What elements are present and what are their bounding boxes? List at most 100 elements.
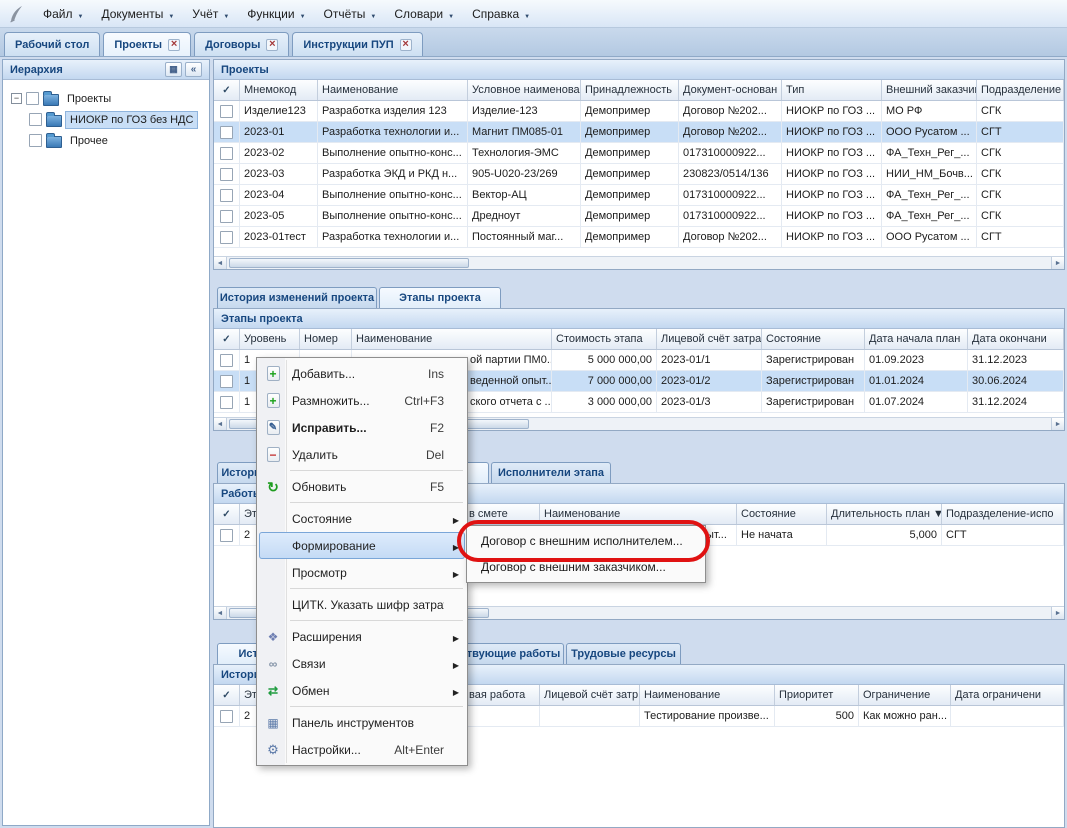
table-row[interactable]: 2023-04Выполнение опытно-конс...Вектор-А… <box>214 185 1064 206</box>
row-checkbox[interactable] <box>220 529 233 542</box>
menu-item[interactable]: Исправить...F2 <box>259 414 465 441</box>
tree-item[interactable]: НИОКР по ГОЗ без НДС <box>7 109 205 130</box>
row-checkbox[interactable] <box>220 396 233 409</box>
column-header[interactable]: Номер <box>300 329 352 349</box>
menubar-item[interactable]: Справка <box>463 3 539 25</box>
column-header[interactable]: Наименование <box>540 504 737 524</box>
menubar-item[interactable]: Отчёты <box>315 3 386 25</box>
column-header[interactable]: Наименование <box>640 685 775 705</box>
column-header[interactable]: Тип <box>782 80 882 100</box>
column-header[interactable]: Дата окончани <box>968 329 1064 349</box>
column-header[interactable]: Состояние <box>737 504 827 524</box>
menubar-item[interactable]: Словари <box>385 3 463 25</box>
row-checkbox[interactable] <box>220 354 233 367</box>
menu-item[interactable]: ЦИТК. Указать шифр затрат... <box>259 591 465 618</box>
close-icon[interactable] <box>400 39 412 51</box>
menubar-item[interactable]: Файл <box>34 3 92 25</box>
column-header[interactable]: Дата ограничени <box>951 685 1064 705</box>
horizontal-scrollbar[interactable] <box>214 256 1064 269</box>
section-tab[interactable]: Этапы проекта <box>379 287 501 308</box>
tree-checkbox[interactable] <box>29 113 42 126</box>
column-header[interactable]: Документ-основан <box>679 80 782 100</box>
column-header[interactable]: Наименование <box>352 329 552 349</box>
document-tab[interactable]: Рабочий стол <box>4 32 100 56</box>
tree-item[interactable]: Прочее <box>7 130 205 151</box>
row-checkbox[interactable] <box>220 710 233 723</box>
select-all-header[interactable] <box>214 329 240 349</box>
menubar-item[interactable]: Учёт <box>183 3 238 25</box>
menu-item[interactable]: ОбновитьF5 <box>259 473 465 500</box>
column-header[interactable]: Условное наименова <box>468 80 581 100</box>
column-header[interactable]: Лицевой счёт затр <box>540 685 640 705</box>
row-checkbox[interactable] <box>220 375 233 388</box>
column-header[interactable]: Наименование <box>318 80 468 100</box>
menubar-item[interactable]: Документы <box>92 3 183 25</box>
row-checkbox[interactable] <box>220 105 233 118</box>
column-header[interactable]: Подразделение <box>977 80 1064 100</box>
menu-item[interactable]: Состояние <box>259 505 465 532</box>
column-header[interactable]: Дата начала план <box>865 329 968 349</box>
tree-item[interactable]: Проекты <box>7 88 205 109</box>
column-header[interactable]: Приоритет <box>775 685 859 705</box>
scroll-left-icon[interactable] <box>214 257 227 269</box>
close-icon[interactable] <box>168 39 180 51</box>
table-row[interactable]: Изделие123Разработка изделия 123Изделие-… <box>214 101 1064 122</box>
column-header[interactable]: Подразделение-испо <box>942 504 1064 524</box>
table-row[interactable]: 2023-01Разработка технологии и...Магнит … <box>214 122 1064 143</box>
row-checkbox[interactable] <box>220 168 233 181</box>
row-checkbox[interactable] <box>220 210 233 223</box>
tree-checkbox[interactable] <box>29 134 42 147</box>
document-tab[interactable]: Инструкции ПУП <box>292 32 422 56</box>
menu-item[interactable]: Добавить...Ins <box>259 360 465 387</box>
column-header[interactable]: Лицевой счёт затрат <box>657 329 762 349</box>
column-header[interactable]: Принадлежность <box>581 80 679 100</box>
row-checkbox[interactable] <box>220 126 233 139</box>
column-header[interactable]: Внешний заказчик <box>882 80 977 100</box>
row-checkbox[interactable] <box>220 231 233 244</box>
menubar-item[interactable]: Функции <box>238 3 314 25</box>
table-row[interactable]: 2023-01тестРазработка технологии и...Пос… <box>214 227 1064 248</box>
scroll-left-icon[interactable] <box>214 418 227 430</box>
submenu-item[interactable]: Договор с внешним исполнителем... <box>469 528 703 554</box>
menu-item[interactable]: Панель инструментов <box>259 709 465 736</box>
menu-item[interactable]: Обмен <box>259 677 465 704</box>
table-row[interactable]: 2023-05Выполнение опытно-конс...Дредноут… <box>214 206 1064 227</box>
column-header[interactable]: Длительность план ▼ <box>827 504 942 524</box>
select-all-header[interactable] <box>214 685 240 705</box>
table-row[interactable]: 2023-02Выполнение опытно-конс...Технолог… <box>214 143 1064 164</box>
section-tab[interactable]: Трудовые ресурсы <box>566 643 681 664</box>
menu-item[interactable]: Настройки...Alt+Enter <box>259 736 465 763</box>
tree-checkbox[interactable] <box>26 92 39 105</box>
scroll-thumb[interactable] <box>229 258 469 268</box>
column-header[interactable]: вая работа <box>465 685 540 705</box>
close-icon[interactable] <box>266 39 278 51</box>
column-header[interactable]: в смете <box>465 504 540 524</box>
column-header[interactable]: Ограничение <box>859 685 951 705</box>
column-header[interactable]: Уровень <box>240 329 300 349</box>
row-checkbox[interactable] <box>220 147 233 160</box>
tree-expander-icon[interactable] <box>11 93 22 104</box>
select-all-header[interactable] <box>214 504 240 524</box>
row-checkbox[interactable] <box>220 189 233 202</box>
section-tab[interactable]: Исполнители этапа <box>491 462 611 483</box>
collapse-panel-icon[interactable] <box>185 62 202 77</box>
column-header[interactable]: Стоимость этапа <box>552 329 657 349</box>
scroll-left-icon[interactable] <box>214 607 227 619</box>
column-header[interactable]: Мнемокод <box>240 80 318 100</box>
table-row[interactable]: 2023-03Разработка ЭКД и РКД н...905-U020… <box>214 164 1064 185</box>
menu-item[interactable]: УдалитьDel <box>259 441 465 468</box>
menu-item[interactable]: Просмотр <box>259 559 465 586</box>
menu-item[interactable]: Расширения <box>259 623 465 650</box>
scroll-right-icon[interactable] <box>1051 607 1064 619</box>
document-tab[interactable]: Проекты <box>103 32 191 56</box>
document-tab[interactable]: Договоры <box>194 32 289 56</box>
section-tab[interactable]: История изменений проекта <box>217 287 377 308</box>
menu-item[interactable]: Связи <box>259 650 465 677</box>
select-all-header[interactable] <box>214 80 240 100</box>
scroll-right-icon[interactable] <box>1051 418 1064 430</box>
menu-item[interactable]: Формирование <box>259 532 465 559</box>
column-header[interactable]: Состояние <box>762 329 865 349</box>
menu-item[interactable]: Размножить...Ctrl+F3 <box>259 387 465 414</box>
submenu-item[interactable]: Договор с внешним заказчиком... <box>469 554 703 580</box>
panel-options-icon[interactable] <box>165 62 182 77</box>
